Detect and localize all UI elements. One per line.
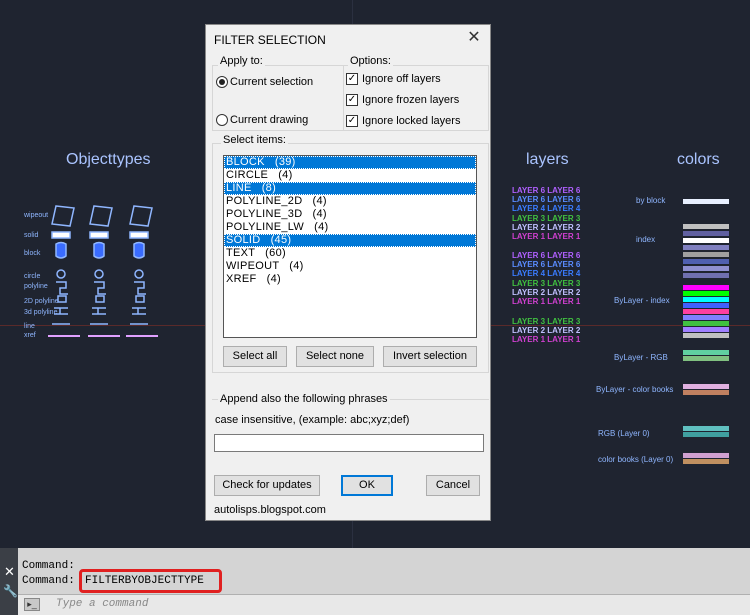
invert-selection-button[interactable]: Invert selection (383, 346, 477, 367)
checkbox-ignore-frozen-label[interactable]: Ignore frozen layers (362, 94, 459, 106)
list-item[interactable]: WIPEOUT (4) (224, 260, 476, 273)
prompt-icon[interactable]: ▸_ (24, 598, 40, 611)
list-item[interactable]: LINE (8) (224, 182, 476, 195)
list-item[interactable]: XREF (4) (224, 273, 476, 286)
checkbox-ignore-off[interactable]: ✓ (346, 73, 358, 85)
object-label: wipeout (24, 212, 49, 219)
select-all-button[interactable]: Select all (223, 346, 287, 367)
select-none-button[interactable]: Select none (296, 346, 374, 367)
footer-link[interactable]: autolisps.blogspot.com (214, 504, 326, 516)
color-label: RGB (Layer 0) (598, 429, 650, 438)
select-items-legend: Select items: (221, 134, 288, 146)
color-label: color books (Layer 0) (598, 455, 674, 464)
radio-current-selection-label[interactable]: Current selection (230, 76, 313, 88)
close-icon[interactable]: ✕ (464, 29, 484, 49)
list-item[interactable]: TEXT (60) (224, 247, 476, 260)
command-placeholder: Type a command (56, 598, 149, 610)
checkbox-ignore-frozen[interactable]: ✓ (346, 94, 358, 106)
list-item[interactable]: SOLID (45) (224, 234, 476, 247)
layer-row: LAYER 3 LAYER 3 (512, 278, 581, 288)
dialog-title: FILTER SELECTION (214, 33, 326, 47)
radio-current-drawing[interactable] (216, 114, 228, 126)
color-label: by block (636, 196, 666, 205)
layer-row: LAYER 2 LAYER 2 (512, 222, 581, 232)
objecttypes-title: Objecttypes (66, 151, 151, 168)
layer-row: LAYER 6 LAYER 6 (512, 195, 581, 205)
object-label: polyline (24, 283, 48, 290)
command-history-line: Command: (22, 560, 75, 572)
color-label: ByLayer - RGB (614, 353, 668, 362)
check-updates-button[interactable]: Check for updates (214, 475, 320, 496)
glyph-column (51, 205, 75, 325)
list-item[interactable]: POLYLINE_LW (4) (224, 221, 476, 234)
filter-selection-dialog: FILTER SELECTION ✕ Apply to: Current sel… (205, 24, 491, 521)
object-label: xref (24, 332, 36, 339)
highlight-box (79, 569, 222, 593)
layer-row: LAYER 2 LAYER 2 (512, 326, 581, 336)
object-label: block (24, 250, 41, 257)
object-label: line (24, 323, 35, 330)
layer-row: LAYER 3 LAYER 3 (512, 317, 581, 326)
options-legend: Options: (348, 55, 393, 67)
apply-to-legend: Apply to: (218, 55, 265, 67)
checkbox-ignore-off-label[interactable]: Ignore off layers (362, 73, 441, 85)
object-label: circle (24, 273, 41, 280)
layer-row: LAYER 1 LAYER 1 (512, 335, 581, 345)
checkbox-ignore-locked-label[interactable]: Ignore locked layers (362, 115, 460, 127)
colors-title: colors (677, 151, 720, 168)
layer-row: LAYER 1 LAYER 1 (512, 297, 581, 306)
color-label: index (636, 235, 656, 244)
ok-button[interactable]: OK (341, 475, 393, 496)
list-item[interactable]: CIRCLE (4) (224, 169, 476, 182)
command-sidebar: ✕ 🔧 (0, 548, 18, 615)
layer-row: LAYER 1 LAYER 1 (512, 232, 581, 241)
command-history-prefix: Command: (22, 575, 75, 587)
phrases-input[interactable] (214, 434, 484, 452)
command-line-panel: ✕ 🔧 Command: Command: FILTERBYOBJECTTYPE… (0, 548, 750, 615)
layer-row: LAYER 2 LAYER 2 (512, 287, 581, 297)
checkbox-ignore-locked[interactable]: ✓ (346, 115, 358, 127)
layer-row: LAYER 4 LAYER 4 (512, 269, 581, 279)
layer-row: LAYER 6 LAYER 6 (512, 251, 581, 260)
command-input[interactable]: ▸_ Type a command (18, 594, 750, 615)
append-legend: Append also the following phrases (218, 393, 390, 405)
object-label: solid (24, 232, 39, 239)
radio-current-selection[interactable] (216, 76, 228, 88)
color-label: ByLayer - index (614, 296, 670, 305)
layer-row: LAYER 3 LAYER 3 (512, 213, 581, 223)
wrench-icon[interactable]: 🔧 (3, 584, 18, 598)
layers-title: layers (526, 151, 569, 168)
close-icon[interactable]: ✕ (4, 564, 15, 580)
list-item[interactable]: BLOCK (39) (224, 156, 476, 169)
append-hint: case insensitive, (example: abc;xyz;def) (215, 414, 410, 426)
items-listbox[interactable]: BLOCK (39) CIRCLE (4) LINE (8) POLYLINE_2D … (223, 155, 477, 338)
object-glyphs (48, 205, 158, 337)
list-item[interactable]: POLYLINE_3D (4) (224, 208, 476, 221)
cancel-button[interactable]: Cancel (426, 475, 480, 496)
layer-row: LAYER 6 LAYER 6 (512, 260, 581, 270)
color-label: ByLayer - color books (596, 385, 674, 394)
list-item[interactable]: POLYLINE_2D (4) (224, 195, 476, 208)
layer-row: LAYER 6 LAYER 6 (512, 186, 581, 195)
layer-row: LAYER 4 LAYER 4 (512, 204, 581, 214)
radio-current-drawing-label[interactable]: Current drawing (230, 114, 308, 126)
